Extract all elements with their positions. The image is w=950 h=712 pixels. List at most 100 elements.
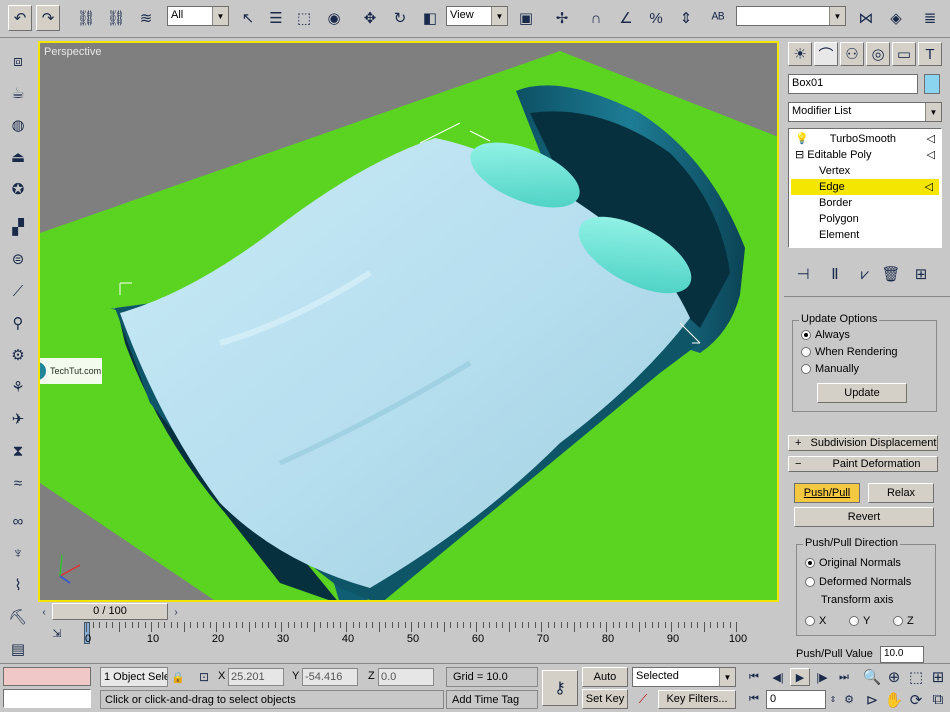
tube-icon[interactable]: ⟋: [5, 278, 31, 304]
radio-when-rendering[interactable]: When Rendering: [801, 346, 898, 358]
show-end-result-icon[interactable]: Ⅱ: [824, 264, 846, 284]
go-to-start-icon[interactable]: ⏮: [744, 668, 764, 686]
stack-item-element[interactable]: Element: [791, 227, 941, 243]
previous-frame-icon[interactable]: ◀|: [768, 668, 788, 686]
key-mode-toggle-icon[interactable]: ⏮: [744, 690, 764, 709]
modify-tab-icon[interactable]: ⌒: [814, 42, 838, 66]
stack-item-vertex[interactable]: Vertex: [791, 163, 941, 179]
camera-icon[interactable]: ⚲: [5, 310, 31, 336]
object-name-field[interactable]: Box01: [788, 74, 918, 94]
selection-filter-dropdown[interactable]: All ▼: [167, 6, 229, 26]
arc-rotate-icon[interactable]: ⟳: [906, 690, 926, 709]
radio-original-normals[interactable]: Original Normals: [805, 557, 901, 569]
select-object-icon[interactable]: ↖: [236, 5, 260, 31]
select-and-move-icon[interactable]: ✥: [358, 5, 382, 31]
box-primitive-icon[interactable]: ⧈: [5, 48, 31, 74]
open-mini-curve-editor-icon[interactable]: ⇲: [46, 624, 68, 642]
select-by-name-icon[interactable]: ☰: [264, 5, 288, 31]
push-pull-value-field[interactable]: 10.0: [880, 646, 924, 663]
maximize-viewport-icon[interactable]: ⧉: [928, 690, 948, 709]
radio-deformed-normals[interactable]: Deformed Normals: [805, 576, 911, 588]
maxscript-result-field[interactable]: [3, 689, 91, 708]
spacewarp-icon[interactable]: ✈: [5, 406, 31, 432]
auto-key-button[interactable]: Auto Key: [582, 667, 628, 701]
select-and-link-icon[interactable]: ⛓: [74, 5, 98, 31]
y-coordinate-field[interactable]: -54.416: [302, 668, 358, 686]
zoom-all-icon[interactable]: ⊕: [884, 668, 904, 686]
torus-knot-icon[interactable]: ∞: [5, 508, 31, 534]
radio-axis-y[interactable]: Y: [849, 615, 870, 627]
mirror-icon[interactable]: ⋈: [854, 5, 878, 31]
rollout-paint-deformation[interactable]: − Paint Deformation: [788, 456, 938, 472]
set-key-key-icon[interactable]: ⚷: [542, 670, 578, 706]
perspective-viewport[interactable]: Perspective T TechTut.com: [38, 41, 779, 602]
spinner-icon[interactable]: ⇕: [828, 690, 838, 709]
lightbulb-icon[interactable]: 💡: [795, 133, 809, 145]
utilities-tab-icon[interactable]: T: [918, 42, 942, 66]
key-mode-dropdown[interactable]: Selected ▼: [632, 667, 736, 687]
zoom-icon[interactable]: 🔍: [862, 668, 882, 686]
zoom-extents-all-icon[interactable]: ⊞: [928, 668, 948, 686]
next-frame-icon[interactable]: |▶: [812, 668, 832, 686]
motion-tab-icon[interactable]: ◎: [866, 42, 890, 66]
align-icon[interactable]: ◈: [884, 5, 908, 31]
chevron-right-icon[interactable]: ›: [170, 603, 182, 621]
chevron-left-icon[interactable]: ‹: [38, 603, 50, 621]
stack-item-polygon[interactable]: Polygon: [791, 211, 941, 227]
percent-snap-icon[interactable]: %: [644, 5, 668, 31]
stack-item-turbosmooth[interactable]: 💡 TurboSmooth ◁: [791, 131, 941, 147]
remove-modifier-icon[interactable]: 🗑: [880, 264, 902, 284]
make-unique-icon[interactable]: ⩗: [854, 264, 876, 284]
lock-icon[interactable]: 🔒: [170, 668, 186, 686]
pan-hand-icon[interactable]: ✋: [884, 690, 904, 709]
manipulate-icon[interactable]: ✢: [550, 5, 574, 31]
stack-item-editable-poly[interactable]: ⊟ Editable Poly ◁: [791, 147, 941, 163]
play-icon[interactable]: ▶: [790, 668, 810, 686]
z-coordinate-field[interactable]: 0.0: [378, 668, 434, 686]
add-time-tag-button[interactable]: Add Time Tag: [446, 690, 538, 709]
radio-axis-x[interactable]: X: [805, 615, 826, 627]
rollout-subdivision-displacement[interactable]: + Subdivision Displacement: [788, 435, 938, 451]
wave-icon[interactable]: ≈: [5, 470, 31, 496]
bind-to-space-warp-icon[interactable]: ≋: [134, 5, 158, 31]
stack-item-edge[interactable]: Edge ◁: [791, 179, 939, 195]
time-slider[interactable]: 0 / 100: [52, 603, 168, 620]
radio-axis-z[interactable]: Z: [893, 615, 914, 627]
create-tab-icon[interactable]: ☀: [788, 42, 812, 66]
layer-manager-icon[interactable]: ≣: [918, 5, 942, 31]
angle-snap-icon[interactable]: ∠: [614, 5, 638, 31]
collapse-icon[interactable]: ⊟: [795, 149, 804, 161]
viewport-label[interactable]: Perspective: [44, 46, 101, 58]
select-and-scale-icon[interactable]: ◧: [418, 5, 442, 31]
zoom-extents-icon[interactable]: ⬚: [906, 668, 926, 686]
biped-icon[interactable]: ♆: [5, 540, 31, 566]
go-to-end-icon[interactable]: ⏭: [834, 668, 854, 686]
helper-icon[interactable]: ⚙: [5, 342, 31, 368]
set-key-button[interactable]: Set Key: [582, 689, 628, 709]
cylinder-icon[interactable]: ⊜: [5, 246, 31, 272]
edit-named-selection-icon[interactable]: ᴬᴮ: [706, 5, 730, 31]
modifier-list-dropdown[interactable]: Modifier List ▼: [788, 102, 942, 122]
redo-icon[interactable]: ↷: [36, 5, 60, 31]
track-bar[interactable]: ⇲ 0 10 20 30 40 50 60 70 80 90 100: [38, 622, 779, 650]
rectangular-selection-icon[interactable]: ⬚: [292, 5, 316, 31]
default-in-out-tangent-icon[interactable]: ⟋: [632, 690, 654, 709]
hierarchy-tab-icon[interactable]: ⚇: [840, 42, 864, 66]
bone-icon[interactable]: ⌇: [5, 572, 31, 598]
field-of-view-icon[interactable]: ⊳: [862, 690, 882, 709]
snaps-toggle-icon[interactable]: ∩: [584, 5, 608, 31]
reference-coordinate-dropdown[interactable]: View ▼: [446, 6, 508, 26]
push-pull-button[interactable]: Push/Pull: [794, 483, 860, 503]
radio-manually[interactable]: Manually: [801, 363, 859, 375]
revert-button[interactable]: Revert: [794, 507, 934, 527]
particle-icon[interactable]: ⧗: [5, 438, 31, 464]
relax-button[interactable]: Relax: [868, 483, 934, 503]
window-crossing-icon[interactable]: ◉: [322, 5, 346, 31]
unlink-selection-icon[interactable]: ⛓: [104, 5, 128, 31]
teapot-icon[interactable]: ☕: [5, 80, 31, 106]
current-frame-field[interactable]: 0: [766, 690, 826, 709]
pivot-center-icon[interactable]: ▣: [514, 5, 538, 31]
named-selection-dropdown[interactable]: ▼: [736, 6, 846, 26]
stack-item-border[interactable]: Border: [791, 195, 941, 211]
spinner-snap-icon[interactable]: ⇕: [674, 5, 698, 31]
